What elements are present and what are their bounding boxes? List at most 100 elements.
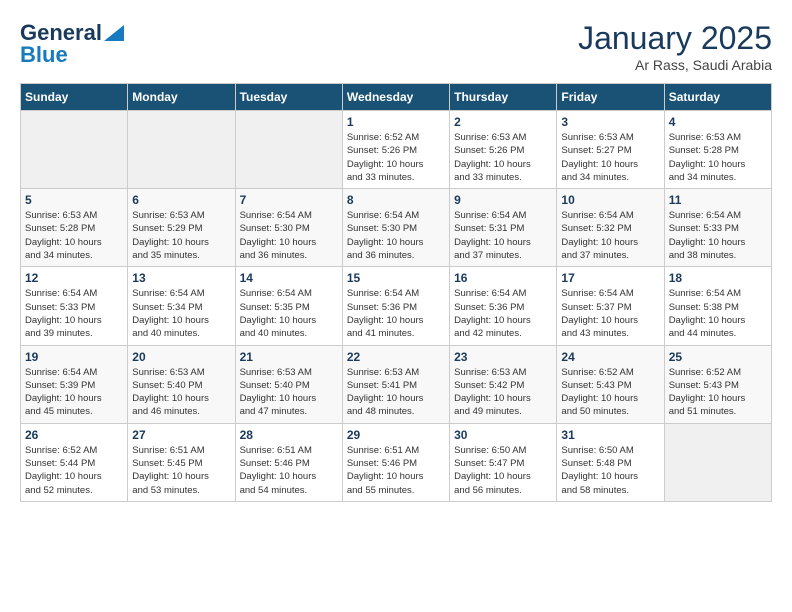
day-info: Sunrise: 6:52 AM Sunset: 5:26 PM Dayligh… <box>347 131 445 184</box>
day-info: Sunrise: 6:52 AM Sunset: 5:44 PM Dayligh… <box>25 444 123 497</box>
calendar-cell: 26 Sunrise: 6:52 AM Sunset: 5:44 PM Dayli… <box>21 423 128 501</box>
day-info: Sunrise: 6:53 AM Sunset: 5:28 PM Dayligh… <box>669 131 767 184</box>
day-number: 6 <box>132 193 230 207</box>
day-number: 16 <box>454 271 552 285</box>
weekday-header-monday: Monday <box>128 84 235 111</box>
calendar-cell: 12 Sunrise: 6:54 AM Sunset: 5:33 PM Dayli… <box>21 267 128 345</box>
calendar-cell: 10 Sunrise: 6:54 AM Sunset: 5:32 PM Dayli… <box>557 189 664 267</box>
logo-icon <box>104 25 124 41</box>
day-info: Sunrise: 6:54 AM Sunset: 5:39 PM Dayligh… <box>25 366 123 419</box>
calendar-cell: 7Sunrise: 6:54 AM Sunset: 5:30 PM Daylig… <box>235 189 342 267</box>
location-subtitle: Ar Rass, Saudi Arabia <box>578 57 772 73</box>
calendar-cell <box>664 423 771 501</box>
day-number: 15 <box>347 271 445 285</box>
calendar-cell: 1 Sunrise: 6:52 AM Sunset: 5:26 PM Daylig… <box>342 111 449 189</box>
day-number: 21 <box>240 350 338 364</box>
calendar-cell: 22 Sunrise: 6:53 AM Sunset: 5:41 PM Dayli… <box>342 345 449 423</box>
calendar-cell: 29Sunrise: 6:51 AM Sunset: 5:46 PM Dayli… <box>342 423 449 501</box>
calendar-cell: 15 Sunrise: 6:54 AM Sunset: 5:36 PM Dayli… <box>342 267 449 345</box>
day-info: Sunrise: 6:52 AM Sunset: 5:43 PM Dayligh… <box>561 366 659 419</box>
day-info: Sunrise: 6:53 AM Sunset: 5:29 PM Dayligh… <box>132 209 230 262</box>
title-block: January 2025 Ar Rass, Saudi Arabia <box>578 20 772 73</box>
calendar-cell: 6 Sunrise: 6:53 AM Sunset: 5:29 PM Daylig… <box>128 189 235 267</box>
calendar-cell: 17 Sunrise: 6:54 AM Sunset: 5:37 PM Dayli… <box>557 267 664 345</box>
calendar-cell: 8 Sunrise: 6:54 AM Sunset: 5:30 PM Daylig… <box>342 189 449 267</box>
calendar-cell: 31 Sunrise: 6:50 AM Sunset: 5:48 PM Dayli… <box>557 423 664 501</box>
day-number: 27 <box>132 428 230 442</box>
day-info: Sunrise: 6:54 AM Sunset: 5:34 PM Dayligh… <box>132 287 230 340</box>
calendar-cell: 19 Sunrise: 6:54 AM Sunset: 5:39 PM Dayli… <box>21 345 128 423</box>
day-number: 5 <box>25 193 123 207</box>
month-title: January 2025 <box>578 20 772 57</box>
calendar-cell: 5 Sunrise: 6:53 AM Sunset: 5:28 PM Daylig… <box>21 189 128 267</box>
day-number: 17 <box>561 271 659 285</box>
day-info: Sunrise: 6:54 AM Sunset: 5:31 PM Dayligh… <box>454 209 552 262</box>
calendar-cell: 21 Sunrise: 6:53 AM Sunset: 5:40 PM Dayli… <box>235 345 342 423</box>
week-row-5: 26 Sunrise: 6:52 AM Sunset: 5:44 PM Dayli… <box>21 423 772 501</box>
day-number: 8 <box>347 193 445 207</box>
day-number: 1 <box>347 115 445 129</box>
calendar-cell <box>21 111 128 189</box>
day-info: Sunrise: 6:51 AM Sunset: 5:45 PM Dayligh… <box>132 444 230 497</box>
day-info: Sunrise: 6:54 AM Sunset: 5:36 PM Dayligh… <box>454 287 552 340</box>
day-number: 19 <box>25 350 123 364</box>
weekday-header-row: SundayMondayTuesdayWednesdayThursdayFrid… <box>21 84 772 111</box>
day-info: Sunrise: 6:54 AM Sunset: 5:33 PM Dayligh… <box>669 209 767 262</box>
day-number: 26 <box>25 428 123 442</box>
logo-blue: Blue <box>20 42 68 68</box>
day-info: Sunrise: 6:54 AM Sunset: 5:36 PM Dayligh… <box>347 287 445 340</box>
day-number: 23 <box>454 350 552 364</box>
calendar-cell: 13Sunrise: 6:54 AM Sunset: 5:34 PM Dayli… <box>128 267 235 345</box>
calendar-cell: 27 Sunrise: 6:51 AM Sunset: 5:45 PM Dayli… <box>128 423 235 501</box>
day-info: Sunrise: 6:54 AM Sunset: 5:33 PM Dayligh… <box>25 287 123 340</box>
weekday-header-thursday: Thursday <box>450 84 557 111</box>
weekday-header-wednesday: Wednesday <box>342 84 449 111</box>
day-info: Sunrise: 6:51 AM Sunset: 5:46 PM Dayligh… <box>347 444 445 497</box>
day-info: Sunrise: 6:54 AM Sunset: 5:30 PM Dayligh… <box>347 209 445 262</box>
day-info: Sunrise: 6:53 AM Sunset: 5:41 PM Dayligh… <box>347 366 445 419</box>
week-row-1: 1 Sunrise: 6:52 AM Sunset: 5:26 PM Daylig… <box>21 111 772 189</box>
week-row-3: 12 Sunrise: 6:54 AM Sunset: 5:33 PM Dayli… <box>21 267 772 345</box>
day-info: Sunrise: 6:54 AM Sunset: 5:38 PM Dayligh… <box>669 287 767 340</box>
week-row-4: 19 Sunrise: 6:54 AM Sunset: 5:39 PM Dayli… <box>21 345 772 423</box>
calendar-cell <box>128 111 235 189</box>
day-info: Sunrise: 6:53 AM Sunset: 5:27 PM Dayligh… <box>561 131 659 184</box>
day-info: Sunrise: 6:53 AM Sunset: 5:26 PM Dayligh… <box>454 131 552 184</box>
day-number: 30 <box>454 428 552 442</box>
weekday-header-sunday: Sunday <box>21 84 128 111</box>
day-number: 3 <box>561 115 659 129</box>
day-info: Sunrise: 6:54 AM Sunset: 5:37 PM Dayligh… <box>561 287 659 340</box>
day-number: 2 <box>454 115 552 129</box>
day-info: Sunrise: 6:52 AM Sunset: 5:43 PM Dayligh… <box>669 366 767 419</box>
day-info: Sunrise: 6:50 AM Sunset: 5:48 PM Dayligh… <box>561 444 659 497</box>
weekday-header-friday: Friday <box>557 84 664 111</box>
calendar-cell: 16 Sunrise: 6:54 AM Sunset: 5:36 PM Dayli… <box>450 267 557 345</box>
day-number: 31 <box>561 428 659 442</box>
calendar-cell: 3 Sunrise: 6:53 AM Sunset: 5:27 PM Daylig… <box>557 111 664 189</box>
day-info: Sunrise: 6:51 AM Sunset: 5:46 PM Dayligh… <box>240 444 338 497</box>
week-row-2: 5 Sunrise: 6:53 AM Sunset: 5:28 PM Daylig… <box>21 189 772 267</box>
calendar-cell: 24 Sunrise: 6:52 AM Sunset: 5:43 PM Dayli… <box>557 345 664 423</box>
day-number: 22 <box>347 350 445 364</box>
logo: General Blue <box>20 20 124 68</box>
day-number: 25 <box>669 350 767 364</box>
calendar-cell: 4Sunrise: 6:53 AM Sunset: 5:28 PM Daylig… <box>664 111 771 189</box>
calendar-cell: 23 Sunrise: 6:53 AM Sunset: 5:42 PM Dayli… <box>450 345 557 423</box>
day-info: Sunrise: 6:53 AM Sunset: 5:28 PM Dayligh… <box>25 209 123 262</box>
day-info: Sunrise: 6:54 AM Sunset: 5:32 PM Dayligh… <box>561 209 659 262</box>
day-number: 24 <box>561 350 659 364</box>
calendar-cell: 11Sunrise: 6:54 AM Sunset: 5:33 PM Dayli… <box>664 189 771 267</box>
day-info: Sunrise: 6:53 AM Sunset: 5:40 PM Dayligh… <box>240 366 338 419</box>
weekday-header-saturday: Saturday <box>664 84 771 111</box>
day-number: 10 <box>561 193 659 207</box>
calendar-cell: 20Sunrise: 6:53 AM Sunset: 5:40 PM Dayli… <box>128 345 235 423</box>
day-number: 12 <box>25 271 123 285</box>
calendar-table: SundayMondayTuesdayWednesdayThursdayFrid… <box>20 83 772 502</box>
day-number: 9 <box>454 193 552 207</box>
day-number: 7 <box>240 193 338 207</box>
calendar-cell: 28Sunrise: 6:51 AM Sunset: 5:46 PM Dayli… <box>235 423 342 501</box>
calendar-cell: 25 Sunrise: 6:52 AM Sunset: 5:43 PM Dayli… <box>664 345 771 423</box>
day-info: Sunrise: 6:54 AM Sunset: 5:35 PM Dayligh… <box>240 287 338 340</box>
day-info: Sunrise: 6:53 AM Sunset: 5:42 PM Dayligh… <box>454 366 552 419</box>
day-number: 20 <box>132 350 230 364</box>
